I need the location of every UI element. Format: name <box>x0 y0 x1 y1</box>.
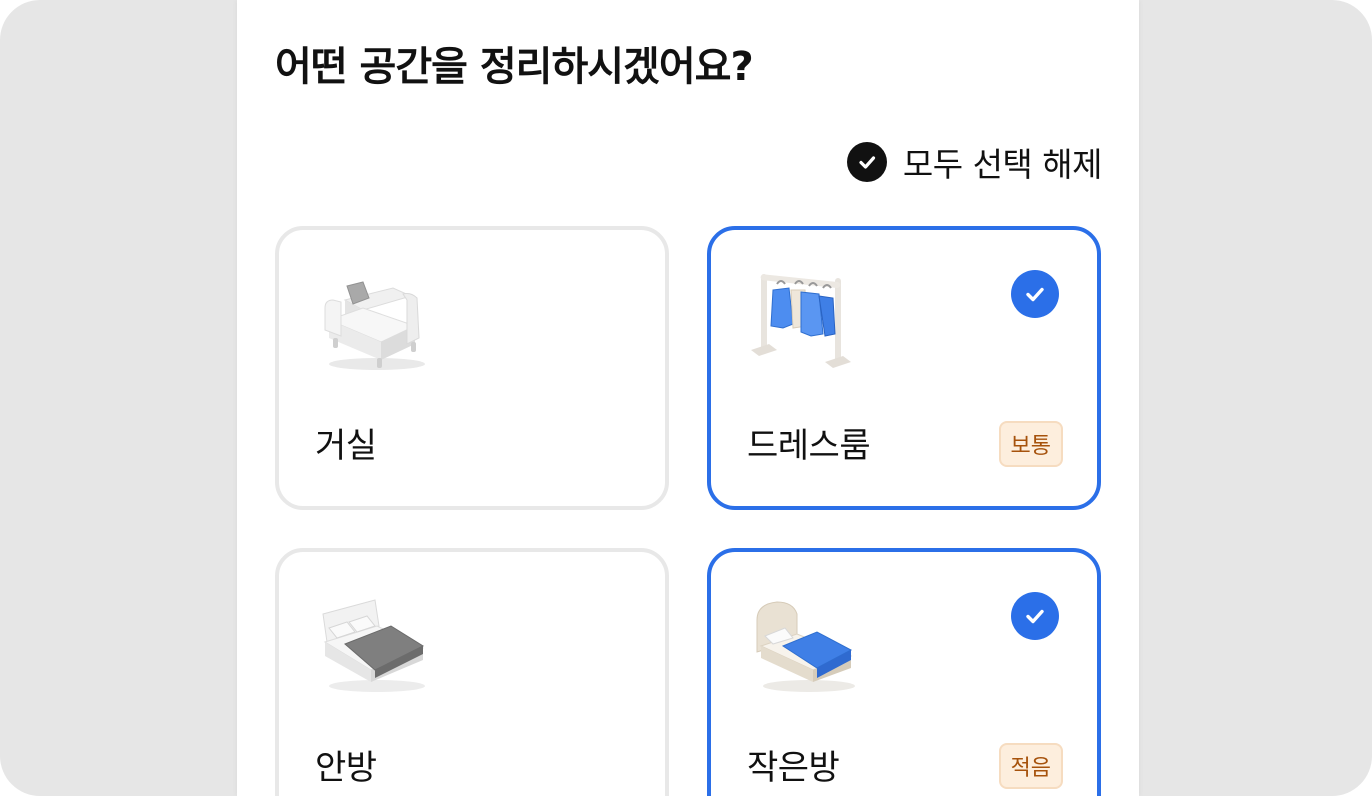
sofa-icon <box>315 264 433 382</box>
quantity-badge: 적음 <box>998 743 1063 789</box>
room-card-small-room[interactable]: 작은방 적음 <box>707 548 1101 796</box>
room-card-living-room[interactable]: 거실 <box>275 226 669 510</box>
selected-check-icon <box>1011 270 1059 318</box>
room-label-dressroom: 드레스룸 <box>747 426 871 466</box>
room-label-small-room: 작은방 <box>747 748 840 788</box>
app-background: 어떤 공간을 정리하시겠어요? 모두 선택 해제 거실 드레스룸 보통 안방 작… <box>0 0 1372 796</box>
check-circle-icon <box>846 142 887 182</box>
room-label-master-bedroom: 안방 <box>315 748 377 788</box>
room-card-dressroom[interactable]: 드레스룸 보통 <box>707 226 1101 510</box>
deselect-all-button[interactable]: 모두 선택 해제 <box>846 140 1103 184</box>
deselect-all-label: 모두 선택 해제 <box>902 145 1103 184</box>
quantity-badge: 보통 <box>998 421 1063 467</box>
page-title: 어떤 공간을 정리하시겠어요? <box>275 44 754 90</box>
single-bed-icon <box>747 586 865 704</box>
double-bed-icon <box>315 586 433 704</box>
clothes-rack-icon <box>747 264 865 382</box>
room-selection-panel: 어떤 공간을 정리하시겠어요? 모두 선택 해제 거실 드레스룸 보통 안방 작… <box>237 0 1139 796</box>
room-label-living-room: 거실 <box>315 426 377 466</box>
room-card-master-bedroom[interactable]: 안방 <box>275 548 669 796</box>
selected-check-icon <box>1011 592 1059 640</box>
